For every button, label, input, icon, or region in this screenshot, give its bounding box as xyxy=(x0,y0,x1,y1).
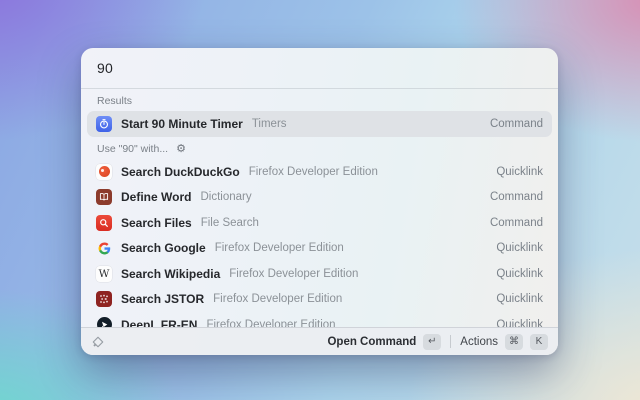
item-title: Search JSTOR xyxy=(121,292,205,307)
list-item-deepl-fr-en[interactable]: DeepL FR-EN Firefox Developer Edition Qu… xyxy=(87,312,552,328)
dictionary-icon xyxy=(96,189,112,206)
use-with-section-label: Use "90" with... ⚙ xyxy=(97,143,542,155)
list-item-search-jstor[interactable]: Search JSTOR Firefox Developer Edition Q… xyxy=(87,287,552,313)
search-input[interactable]: 90 xyxy=(97,60,542,76)
item-type-badge: Quicklink xyxy=(496,165,543,178)
item-subtitle: File Search xyxy=(200,216,259,229)
gear-icon[interactable]: ⚙ xyxy=(176,143,186,155)
command-keycap: ⌘ xyxy=(505,333,523,350)
results-section-label-text: Results xyxy=(97,95,133,107)
item-title: Search Google xyxy=(121,241,206,256)
results-section-label: Results xyxy=(97,95,542,107)
raycast-logo-icon xyxy=(91,335,105,349)
list-item-define-word[interactable]: Define Word Dictionary Command xyxy=(87,185,552,211)
results-list: Results Start 90 Minute Timer Timers Com… xyxy=(81,89,558,328)
wikipedia-icon: W xyxy=(96,265,112,282)
return-keycap: ↵ xyxy=(423,333,442,350)
item-title: Search DuckDuckGo xyxy=(121,164,240,179)
item-type-badge: Command xyxy=(489,118,543,130)
open-command-button[interactable]: Open Command xyxy=(327,336,416,348)
item-title: Start 90 Minute Timer xyxy=(121,117,243,131)
item-subtitle: Firefox Developer Edition xyxy=(214,242,344,255)
raycast-launcher-window: 90 Results Start 90 Minute Timer Timers … xyxy=(81,48,558,355)
item-type-badge: Quicklink xyxy=(496,293,543,306)
item-title: Search Wikipedia xyxy=(121,266,221,281)
actions-button[interactable]: Actions xyxy=(460,336,498,348)
list-item-search-duckduckgo[interactable]: Search DuckDuckGo Firefox Developer Edit… xyxy=(87,159,552,185)
file-search-icon xyxy=(96,214,112,231)
item-title: Search Files xyxy=(121,215,192,230)
item-subtitle: Timers xyxy=(251,118,287,130)
footer-bar: Open Command ↵ Actions ⌘ K xyxy=(81,327,558,355)
k-keycap: K xyxy=(530,333,548,350)
list-item-search-google[interactable]: Search Google Firefox Developer Edition … xyxy=(87,236,552,262)
google-icon xyxy=(96,240,112,256)
search-bar[interactable]: 90 xyxy=(81,48,558,88)
item-type-badge: Command xyxy=(489,191,543,204)
item-subtitle: Firefox Developer Edition xyxy=(229,267,359,280)
timer-icon xyxy=(96,116,112,132)
item-subtitle: Firefox Developer Edition xyxy=(213,293,343,306)
footer-divider xyxy=(450,335,452,348)
item-subtitle: Firefox Developer Edition xyxy=(248,165,378,178)
duckduckgo-icon xyxy=(96,163,112,180)
list-item-search-wikipedia[interactable]: W Search Wikipedia Firefox Developer Edi… xyxy=(87,261,552,287)
list-item-search-files[interactable]: Search Files File Search Command xyxy=(87,210,552,236)
item-subtitle: Dictionary xyxy=(200,191,252,204)
item-type-badge: Quicklink xyxy=(496,242,543,255)
item-type-badge: Command xyxy=(489,216,543,229)
item-title: Define Word xyxy=(121,190,192,205)
jstor-icon xyxy=(96,291,112,308)
list-item-start-90-minute-timer[interactable]: Start 90 Minute Timer Timers Command xyxy=(87,111,552,137)
use-with-section-label-text: Use "90" with... xyxy=(97,143,169,155)
item-type-badge: Quicklink xyxy=(496,267,543,280)
